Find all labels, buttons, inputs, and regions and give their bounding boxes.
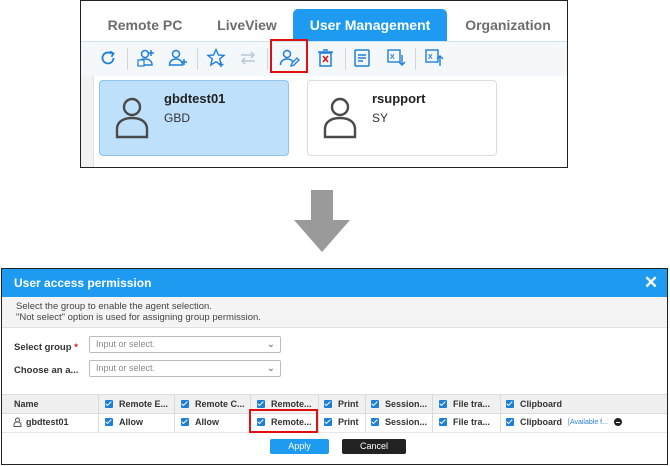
- svg-text:X: X: [390, 54, 395, 61]
- permission-cell[interactable]: File tra...: [439, 412, 490, 432]
- checkbox[interactable]: [181, 418, 189, 426]
- column-header[interactable]: Remote E...: [105, 395, 168, 413]
- column-header-name: Name: [14, 399, 39, 409]
- chevron-down-icon: ⌄: [266, 339, 275, 350]
- apply-button[interactable]: Apply: [270, 439, 329, 454]
- checkbox[interactable]: [371, 400, 379, 408]
- checkbox[interactable]: [105, 400, 113, 408]
- permission-cell[interactable]: Allow: [181, 412, 219, 432]
- svg-text:X: X: [428, 54, 433, 61]
- checkbox[interactable]: [439, 418, 447, 426]
- toolbar: X X: [81, 39, 567, 77]
- checkbox[interactable]: [324, 400, 332, 408]
- permission-cell[interactable]: Session...: [371, 412, 427, 432]
- close-icon[interactable]: ✕: [641, 269, 661, 297]
- user-icon: [13, 417, 22, 427]
- user-group: GBD: [164, 111, 191, 125]
- column-header[interactable]: Remote C...: [181, 395, 245, 413]
- permission-cell[interactable]: Print: [324, 412, 359, 432]
- user-avatar-icon: [115, 97, 149, 139]
- user-name: gbdtest01: [164, 91, 226, 106]
- excel-import-icon[interactable]: X: [421, 45, 447, 71]
- permission-cell[interactable]: Clipboard [Available f...: [506, 412, 622, 432]
- cancel-button[interactable]: Cancel: [342, 439, 406, 454]
- delete-icon[interactable]: [313, 45, 339, 71]
- tab-user-management[interactable]: User Management: [293, 9, 447, 41]
- description-line: Select the group to enable the agent sel…: [16, 301, 212, 312]
- select-group-label: Select group *: [14, 342, 78, 353]
- column-header[interactable]: File tra...: [439, 395, 490, 413]
- chevron-down-icon: ⌄: [266, 363, 275, 374]
- user-access-permission-dialog: User access permission ✕ Select the grou…: [1, 268, 668, 465]
- user-group: SY: [372, 111, 389, 125]
- permission-cell[interactable]: Allow: [105, 412, 143, 432]
- tab-organization[interactable]: Organization: [451, 9, 565, 41]
- choose-agent-label: Choose an a...: [14, 365, 79, 376]
- add-user-icon[interactable]: [165, 45, 191, 71]
- highlight-box: [249, 409, 318, 433]
- user-card-rsupport[interactable]: rsupport SY: [307, 80, 497, 156]
- column-header[interactable]: Print: [324, 395, 359, 413]
- user-card-gbdtest01[interactable]: gbdtest01 GBD: [99, 80, 289, 156]
- favorite-icon[interactable]: [203, 45, 229, 71]
- dialog-description: Select the group to enable the agent sel…: [2, 297, 667, 328]
- checkbox[interactable]: [439, 400, 447, 408]
- column-header[interactable]: Session...: [371, 395, 427, 413]
- remove-icon[interactable]: [613, 418, 622, 426]
- available-link[interactable]: [Available f...: [568, 419, 608, 426]
- checkbox[interactable]: [257, 400, 265, 408]
- row-name: gbdtest01: [13, 412, 69, 432]
- checkbox[interactable]: [105, 418, 113, 426]
- table-row[interactable]: gbdtest01 Allow Allow Remote... Print Se…: [2, 409, 667, 433]
- excel-export-icon[interactable]: X: [383, 45, 409, 71]
- list-icon[interactable]: [349, 45, 375, 71]
- add-user-group-icon[interactable]: [133, 45, 159, 71]
- down-arrow-icon: [294, 190, 350, 252]
- select-group-dropdown[interactable]: Input or select. ⌄: [89, 336, 281, 353]
- checkbox[interactable]: [181, 400, 189, 408]
- column-header[interactable]: Clipboard: [506, 395, 562, 413]
- checkbox[interactable]: [371, 418, 379, 426]
- choose-agent-dropdown[interactable]: Input or select. ⌄: [89, 360, 281, 377]
- user-name: rsupport: [372, 91, 426, 106]
- refresh-icon[interactable]: [95, 45, 121, 71]
- dialog-title-bar: User access permission ✕: [2, 269, 667, 297]
- tab-liveview[interactable]: LiveView: [201, 9, 293, 41]
- permission-grid-header: Name Remote E... Remote C... Remote... P…: [2, 394, 667, 414]
- side-strip: [81, 76, 94, 167]
- tab-remote-pc[interactable]: Remote PC: [89, 9, 201, 41]
- user-avatar-icon: [323, 97, 357, 139]
- dialog-title: User access permission: [14, 276, 152, 290]
- checkbox[interactable]: [324, 418, 332, 426]
- tab-bar: Remote PC LiveView User Management Organ…: [81, 1, 567, 41]
- user-management-panel: Remote PC LiveView User Management Organ…: [80, 0, 568, 168]
- checkbox[interactable]: [506, 400, 514, 408]
- swap-icon[interactable]: [235, 45, 261, 71]
- checkbox[interactable]: [506, 418, 514, 426]
- description-line: "Not select" option is used for assignin…: [16, 312, 261, 323]
- highlight-box: [270, 39, 308, 73]
